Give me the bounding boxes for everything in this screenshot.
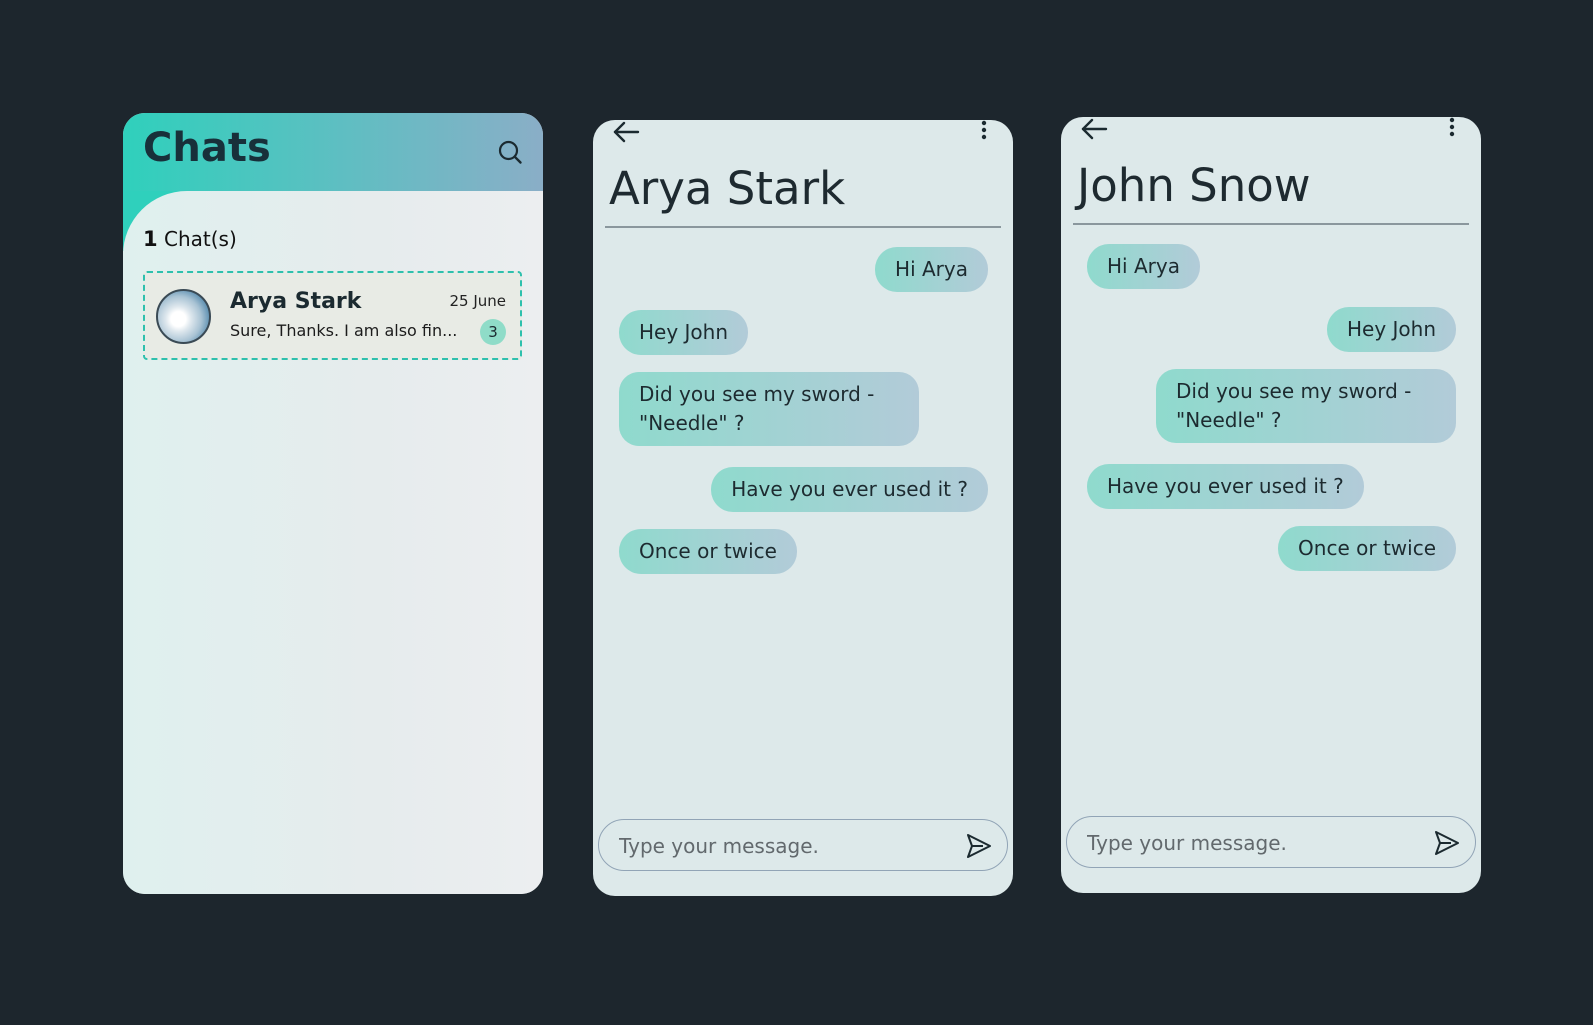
chat-list-screen: Chats 1 Chat(s) Arya Stark 25 June Sure,… [123,113,543,894]
chat-count-label: Chat(s) [163,227,237,251]
search-icon[interactable] [497,139,523,165]
chat-count-number: 1 [143,227,158,251]
message-bubble: Once or twice [619,529,797,574]
message-bubble: Have you ever used it ? [1087,464,1364,509]
message-bubble: Have you ever used it ? [711,467,988,512]
conversation-screen-john: John Snow Hi Arya Hey John Did you see m… [1061,117,1481,893]
message-bubble: Hi Arya [875,247,988,292]
back-arrow-icon[interactable] [611,120,641,146]
message-bubble: Did you see my sword - "Needle" ? [619,372,919,446]
chat-list-header: Chats [123,113,543,191]
message-bubble: Did you see my sword - "Needle" ? [1156,369,1456,443]
unread-badge: 3 [480,319,506,345]
chat-list-item[interactable]: Arya Stark 25 June Sure, Thanks. I am al… [143,271,522,360]
conversation-screen-arya: Arya Stark Hi Arya Hey John Did you see … [593,120,1013,896]
conversation-title: Arya Stark [609,162,846,215]
title-divider [605,226,1001,228]
message-input-box [1066,816,1476,868]
send-icon[interactable] [965,832,993,860]
message-input[interactable] [617,831,941,861]
avatar [156,289,211,344]
chat-list-title: Chats [143,125,271,171]
message-bubble: Once or twice [1278,526,1456,571]
send-icon[interactable] [1433,829,1461,857]
chat-item-name: Arya Stark [230,289,362,314]
message-input[interactable] [1085,828,1409,858]
chat-item-date: 25 June [449,292,506,310]
more-vert-icon[interactable] [1447,117,1457,139]
back-arrow-icon[interactable] [1079,117,1109,143]
message-bubble: Hey John [1326,307,1456,352]
message-bubble: Hi Arya [1087,244,1200,289]
chat-item-preview: Sure, Thanks. I am also fin... [230,321,458,340]
chat-count: 1 Chat(s) [143,227,237,251]
message-bubble: Hey John [619,310,749,355]
more-vert-icon[interactable] [979,120,989,142]
title-divider [1073,223,1469,225]
conversation-title: John Snow [1077,159,1311,212]
message-input-box [598,819,1008,871]
